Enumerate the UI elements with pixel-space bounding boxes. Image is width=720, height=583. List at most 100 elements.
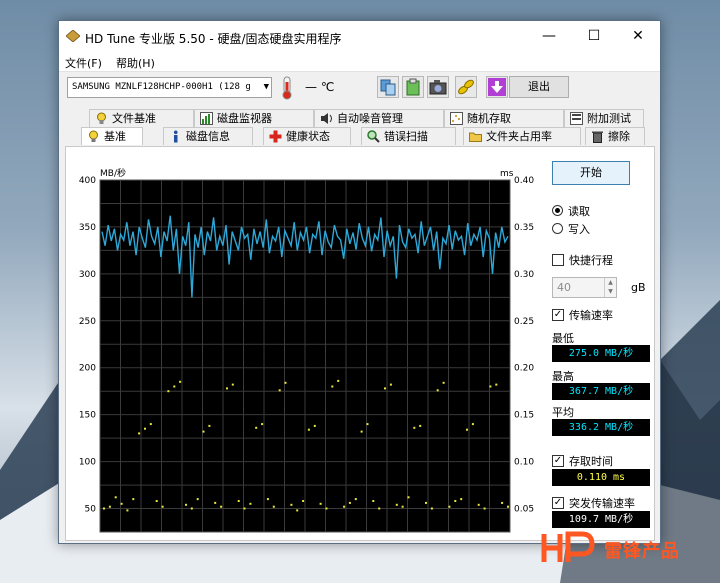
access-time-point	[307, 428, 310, 431]
burst-rate-checkbox[interactable]: ✓	[552, 497, 564, 509]
access-time-point	[190, 507, 193, 510]
copy-info-button[interactable]	[377, 76, 399, 98]
tab-benchmark[interactable]: 基准	[81, 127, 143, 145]
access-time-point	[477, 503, 480, 506]
tab-erase[interactable]: 擦除	[585, 127, 645, 145]
right-axis-label: ms	[500, 169, 514, 179]
access-time-point	[226, 387, 228, 390]
access-time-point	[348, 501, 351, 504]
access-time-point	[202, 430, 205, 433]
clipboard-icon	[406, 78, 420, 96]
access-time-point	[161, 505, 164, 508]
red-cross-icon	[269, 130, 282, 143]
access-time-point	[249, 502, 252, 505]
access-time-point	[401, 505, 404, 508]
drive-select-value: SAMSUNG MZNLF128HCHP-000H1 (128 g	[72, 82, 251, 92]
tab-label: 错误扫描	[384, 130, 428, 143]
start-button[interactable]: 开始	[552, 161, 630, 185]
watermark-text: 雷锋产品	[604, 541, 680, 562]
access-time-point	[389, 383, 392, 386]
trash-icon	[592, 131, 603, 143]
access-time-point	[442, 381, 445, 384]
access-time-point	[196, 498, 199, 501]
tab-label: 文件夹占用率	[486, 130, 552, 143]
close-button[interactable]: ✕	[616, 21, 660, 52]
spinner-arrows-icon[interactable]: ▲ ▼	[604, 278, 616, 297]
tab-file-benchmark[interactable]: 文件基准	[89, 109, 194, 127]
access-time-point	[507, 505, 509, 508]
access-time-point	[266, 498, 269, 501]
tab-disk-info[interactable]: 磁盘信息	[163, 127, 253, 145]
maximize-button[interactable]: ☐	[572, 21, 616, 52]
left-tick-label: 350	[79, 223, 96, 233]
write-radio[interactable]	[552, 223, 563, 234]
access-time-point	[395, 503, 398, 506]
tab-noise-management[interactable]: 自动噪音管理	[314, 109, 444, 127]
short-stroke-input[interactable]: 40 ▲ ▼	[552, 277, 617, 298]
save-button[interactable]	[486, 76, 508, 98]
right-tick-label: 0.40	[514, 176, 534, 186]
tab-label: 磁盘监视器	[217, 112, 272, 125]
burst-rate-label: 突发传输速率	[569, 497, 635, 510]
screenshot-button[interactable]	[427, 76, 449, 98]
tab-label: 随机存取	[467, 112, 511, 125]
copy-text-button[interactable]	[402, 76, 424, 98]
short-stroke-checkbox[interactable]	[552, 254, 564, 266]
tab-extra-tests[interactable]: 附加测试	[564, 109, 644, 127]
short-stroke-value: 40	[557, 281, 571, 294]
menu-file[interactable]: 文件(F)	[65, 55, 102, 71]
access-time-point	[261, 423, 264, 426]
transfer-rate-checkbox[interactable]: ✓	[552, 309, 564, 321]
access-time-point	[173, 385, 176, 388]
info-icon	[173, 130, 178, 143]
minimize-button[interactable]: —	[527, 21, 571, 52]
access-time-point	[108, 505, 111, 508]
access-time-point	[214, 501, 217, 504]
tab-health[interactable]: 健康状态	[263, 127, 351, 145]
access-time-point	[185, 503, 187, 506]
access-time-point	[378, 507, 381, 510]
access-time-point	[325, 507, 328, 510]
drive-select[interactable]: SAMSUNG MZNLF128HCHP-000H1 (128 g ▼	[67, 77, 272, 98]
access-time-point	[290, 503, 293, 506]
access-time-point	[425, 501, 427, 504]
download-arrow-icon	[488, 78, 506, 96]
access-time-checkbox[interactable]: ✓	[552, 455, 564, 467]
title-bar: HD Tune 专业版 5.50 - 硬盘/固态硬盘实用程序 — ☐ ✕	[59, 21, 660, 52]
tab-label: 自动噪音管理	[337, 112, 403, 125]
right-tick-label: 0.10	[514, 458, 534, 468]
access-time-value: 0.110 ms	[552, 469, 650, 486]
access-time-point	[302, 500, 305, 502]
access-time-point	[384, 387, 386, 390]
access-time-point	[103, 507, 105, 510]
access-time-point	[460, 498, 463, 501]
access-time-point	[343, 505, 346, 508]
benchmark-panel: MB/秒 ms 50 100 150 200 250 300 350 400 0.05 0.10…	[65, 146, 655, 541]
read-radio[interactable]	[552, 205, 563, 216]
access-time-point	[208, 424, 211, 427]
options-button[interactable]	[455, 76, 477, 98]
tab-error-scan[interactable]: 错误扫描	[361, 127, 456, 145]
copy-icon	[380, 79, 396, 96]
avg-label: 平均	[552, 406, 574, 419]
left-tick-label: 50	[85, 505, 97, 515]
right-axis-ticks: 0.05 0.10 0.15 0.20 0.25 0.30 0.35 0.40	[514, 176, 534, 515]
access-time-point	[179, 380, 182, 383]
access-time-point	[272, 505, 275, 508]
access-time-point	[278, 389, 281, 392]
exit-button[interactable]: 退出	[509, 76, 569, 98]
right-tick-label: 0.15	[514, 411, 534, 421]
access-time-point	[220, 505, 223, 508]
access-time-point	[436, 389, 439, 392]
tab-disk-monitor[interactable]: 磁盘监视器	[194, 109, 314, 127]
hdtune-window: HD Tune 专业版 5.50 - 硬盘/固态硬盘实用程序 — ☐ ✕ 文件(…	[58, 20, 661, 544]
tab-random-access[interactable]: 随机存取	[444, 109, 564, 127]
access-time-point	[114, 496, 117, 499]
menu-help[interactable]: 帮助(H)	[116, 55, 155, 71]
camera-icon	[429, 80, 447, 95]
right-tick-label: 0.30	[514, 270, 534, 280]
avg-value: 336.2 MB/秒	[552, 419, 650, 436]
right-tick-label: 0.35	[514, 223, 534, 233]
tab-folder-usage[interactable]: 文件夹占用率	[463, 127, 581, 145]
lightbulb-icon	[89, 130, 98, 142]
